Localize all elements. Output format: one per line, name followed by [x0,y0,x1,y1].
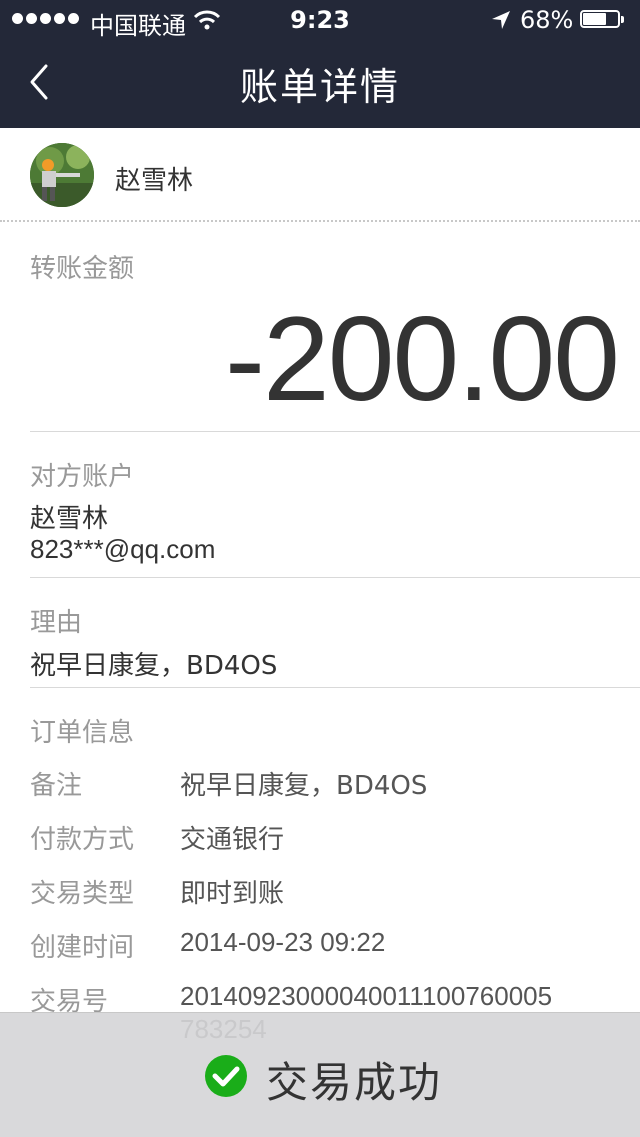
counterparty-account: 823***@qq.com [30,534,216,564]
order-key-created-time: 创建时间 [30,933,135,963]
order-key-transaction-type: 交易类型 [30,879,135,909]
order-value-transaction-id-continued: 783254 [180,1014,267,1044]
order-info-label: 订单信息 [30,718,135,748]
battery-percent: 68% [520,6,574,34]
check-circle-icon [205,1055,247,1097]
amount-value: -200.00 [225,292,620,426]
divider [30,577,640,578]
location-arrow-icon [492,11,510,29]
top-bar: 中国联通 9:23 68% 账单详情 [0,0,640,128]
counterparty-name: 赵雪林 [30,504,109,534]
reason-label: 理由 [30,608,83,638]
order-value-transaction-type: 即时到账 [180,879,285,909]
order-value-created-time: 2014-09-23 09:22 [180,927,386,957]
counterparty-label: 对方账户 [30,462,135,492]
payee-name: 赵雪林 [115,166,194,196]
order-key-payment-method: 付款方式 [30,825,135,855]
reason-value: 祝早日康复，BD4OS [30,651,278,681]
amount-label: 转账金额 [30,254,135,284]
payee-row[interactable]: 赵雪林 [0,128,640,222]
divider [30,431,640,432]
status-bar: 中国联通 9:23 68% [0,0,640,40]
transaction-status-bar: 交易成功 [0,1012,640,1137]
divider [30,687,640,688]
order-key-note: 备注 [30,771,83,801]
order-value-payment-method: 交通银行 [180,825,285,855]
avatar [30,143,94,207]
dotted-divider [0,220,640,222]
battery-icon [580,10,626,30]
order-value-note: 祝早日康复，BD4OS [180,771,428,801]
order-value-transaction-id: 20140923000040011100760005 [180,981,553,1011]
transaction-status-text: 交易成功 [266,1058,443,1107]
page-title: 账单详情 [239,65,400,109]
